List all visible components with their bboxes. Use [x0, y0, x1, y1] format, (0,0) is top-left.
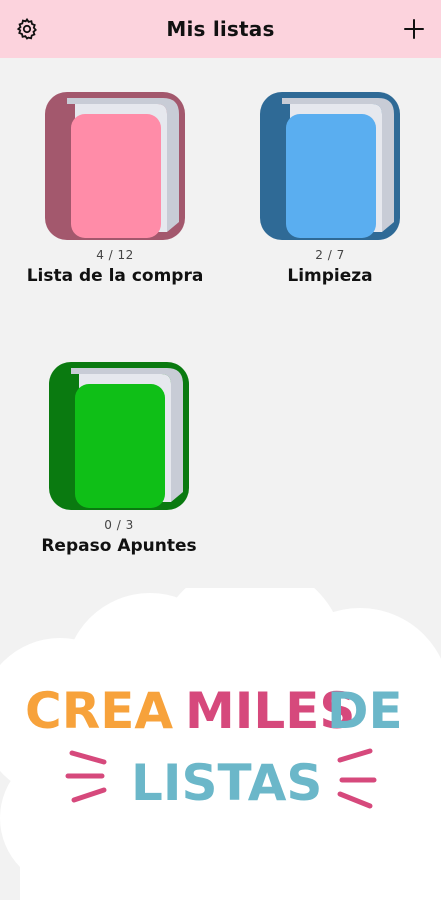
list-card-lista-de-la-compra[interactable]: 4 / 12 Lista de la compra — [27, 92, 203, 286]
book-icon — [45, 92, 185, 240]
list-card-limpieza[interactable]: 2 / 7 Limpieza — [255, 92, 405, 286]
add-list-button[interactable] — [399, 14, 429, 44]
promo-word-1: CREA — [25, 682, 173, 740]
plus-icon — [404, 19, 424, 39]
list-card-repaso-apuntes[interactable]: 0 / 3 Repaso Apuntes — [34, 362, 204, 556]
book-icon — [49, 362, 189, 510]
promo-banner: CREA MILES DE LISTAS — [0, 588, 441, 900]
gear-icon — [16, 17, 37, 40]
list-progress: 2 / 7 — [315, 248, 345, 262]
list-progress: 4 / 12 — [96, 248, 134, 262]
book-icon — [260, 92, 400, 240]
list-name: Repaso Apuntes — [41, 536, 197, 556]
promo-word-3: DE — [327, 682, 403, 740]
promo-word-4: LISTAS — [131, 754, 322, 812]
list-name: Limpieza — [287, 266, 373, 286]
app-header: Mis listas — [0, 0, 441, 58]
settings-button[interactable] — [12, 14, 42, 44]
list-progress: 0 / 3 — [104, 518, 134, 532]
page-title: Mis listas — [166, 17, 275, 41]
list-name: Lista de la compra — [26, 266, 204, 286]
cloud-shape — [0, 588, 441, 900]
